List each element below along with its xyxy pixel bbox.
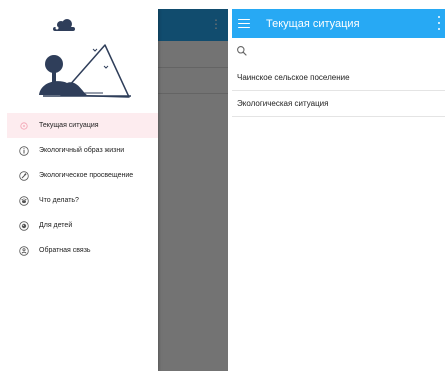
drawer-menu: Текущая ситуация Экологичный образ жизни…: [7, 113, 158, 263]
drawer-screen: ⋮: [7, 9, 228, 371]
drawer-item-label: Обратная связь: [39, 247, 91, 254]
drawer-header: [7, 9, 158, 111]
drawer-item-current-situation[interactable]: Текущая ситуация: [7, 113, 158, 138]
drawer-item-label: Для детей: [39, 222, 73, 229]
drawer-item-eco-education[interactable]: Экологическое просвещение: [7, 163, 158, 188]
drawer-item-eco-lifestyle[interactable]: Экологичный образ жизни: [7, 138, 158, 163]
menu-icon[interactable]: [238, 19, 250, 28]
screens-container: ⋮: [0, 0, 445, 371]
toolbar-title: Текущая ситуация: [266, 17, 360, 30]
circle-dot-icon: [19, 121, 29, 131]
ball-circle-icon: [19, 220, 29, 231]
search-icon[interactable]: [236, 44, 250, 58]
eco-illustration-icon: [39, 19, 131, 98]
satellite-circle-icon: [19, 170, 29, 181]
app-toolbar: Текущая ситуация: [232, 9, 445, 38]
main-screen: Текущая ситуация Чаинское сельское посел…: [232, 9, 445, 371]
navigation-drawer: Текущая ситуация Экологичный образ жизни…: [7, 9, 158, 371]
overflow-menu-icon[interactable]: [437, 16, 441, 30]
drawer-item-label: Что делать?: [39, 197, 79, 204]
content-list: Чаинское сельское поселение Экологическа…: [232, 65, 445, 117]
person-circle-icon: [19, 245, 29, 256]
drawer-item-label: Экологичный образ жизни: [39, 147, 125, 154]
list-item[interactable]: Экологическая ситуация: [232, 91, 445, 117]
drawer-item-for-kids[interactable]: Для детей: [7, 213, 158, 238]
drawer-item-feedback[interactable]: Обратная связь: [7, 238, 158, 263]
info-circle-icon: [19, 145, 29, 156]
drawer-item-what-to-do[interactable]: Что делать?: [7, 188, 158, 213]
paw-circle-icon: [19, 195, 29, 206]
drawer-item-label: Текущая ситуация: [39, 122, 99, 129]
drawer-item-label: Экологическое просвещение: [39, 172, 134, 179]
list-item-label: Экологическая ситуация: [237, 99, 329, 108]
list-item-label: Чаинское сельское поселение: [237, 73, 350, 82]
list-item[interactable]: Чаинское сельское поселение: [232, 65, 445, 91]
